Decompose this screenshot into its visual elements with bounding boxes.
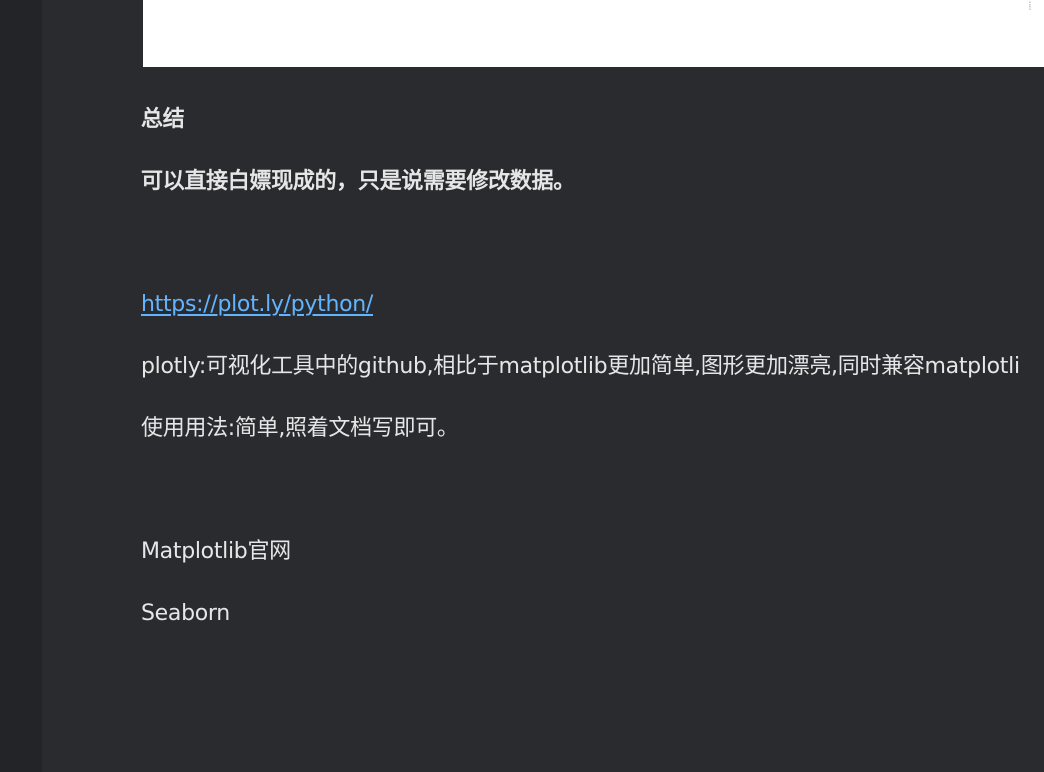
document-body bbox=[42, 0, 1044, 772]
section-heading: 总结 bbox=[141, 107, 185, 132]
usage-text: 使用用法:简单,照着文档写即可。 bbox=[141, 416, 459, 441]
plotly-description: plotly:可视化工具中的github,相比于matplotlib更加简单,图… bbox=[141, 354, 1020, 379]
seaborn-link[interactable]: Seaborn bbox=[141, 600, 230, 628]
plotly-link[interactable]: https://plot.ly/python/ bbox=[141, 291, 373, 319]
image-fragment: ⁞ bbox=[1028, 0, 1032, 13]
summary-note: 可以直接白嫖现成的，只是说需要修改数据。 bbox=[141, 169, 576, 194]
embedded-image: ⁞ bbox=[143, 0, 1044, 67]
matplotlib-link[interactable]: Matplotlib官网 bbox=[141, 538, 291, 566]
left-gutter bbox=[0, 0, 42, 772]
